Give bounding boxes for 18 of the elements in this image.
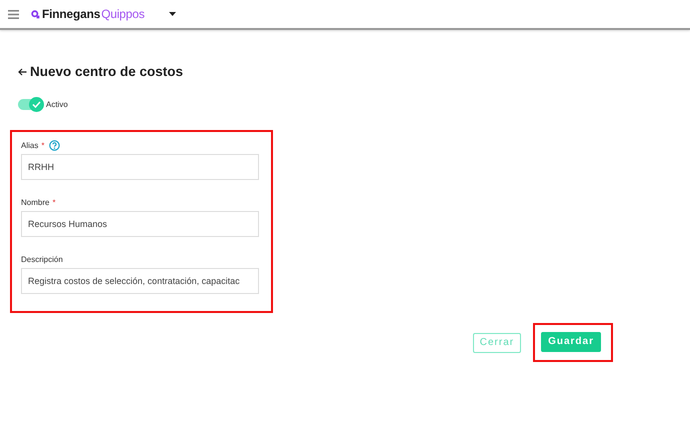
menu-icon[interactable] (8, 10, 19, 18)
brand-logo: FinnegansQuippos (42, 7, 145, 21)
field-label: Nombre (21, 198, 50, 206)
help-icon[interactable] (49, 140, 60, 150)
field-label: Alias (21, 140, 38, 150)
field-label: Descripción (21, 254, 63, 264)
input-field[interactable]: Registra costos de selección, contratación, capacitac (21, 268, 259, 294)
back-arrow-icon[interactable] (18, 68, 27, 76)
required-mark: * (41, 140, 44, 150)
magnifier-logo-icon (31, 10, 40, 18)
active-toggle[interactable] (18, 99, 42, 110)
page-title: Nuevo centro de costos (30, 64, 184, 79)
input-field[interactable]: RRHH (21, 154, 259, 180)
toggle-label: Activo (46, 100, 68, 109)
required-mark: * (52, 198, 56, 206)
input-field[interactable]: Recursos Humanos (21, 211, 259, 237)
check-icon (32, 101, 41, 108)
caret-icon[interactable] (168, 12, 176, 16)
